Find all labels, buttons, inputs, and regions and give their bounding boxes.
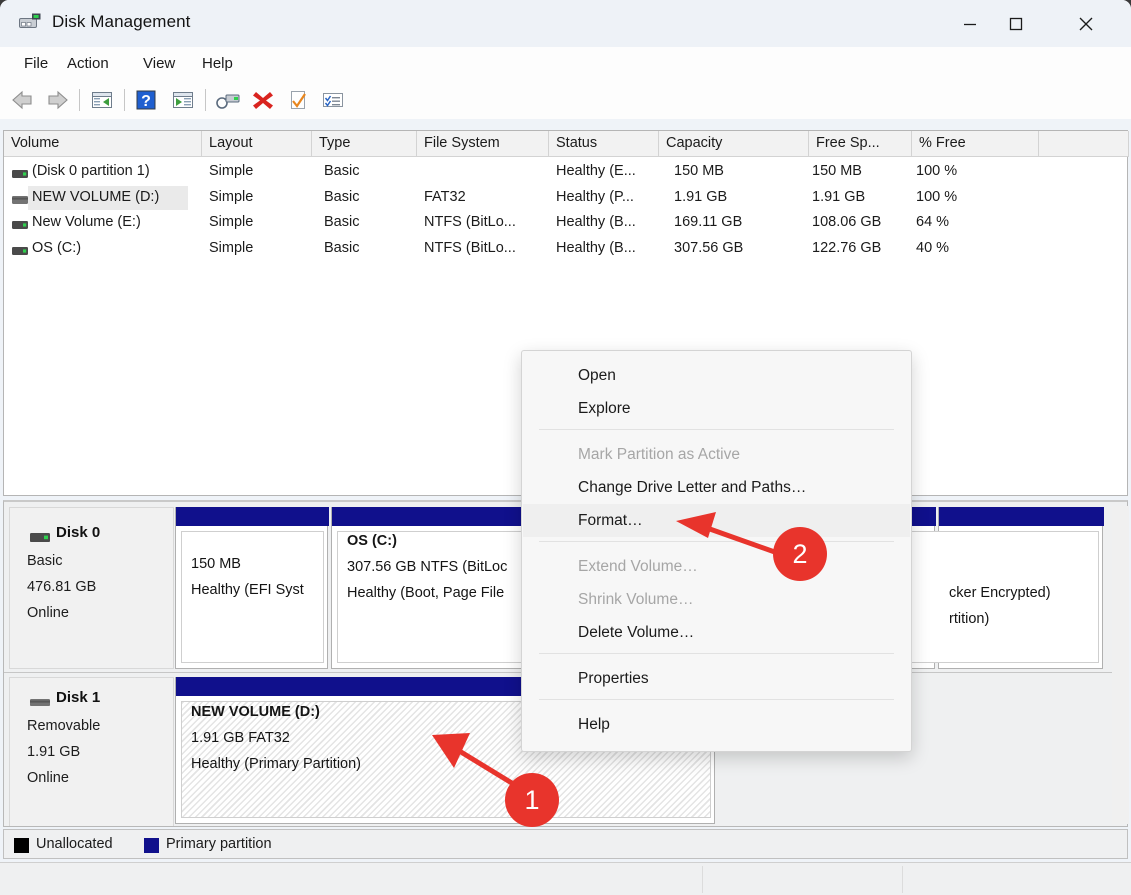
disk-management-window: Disk Management File Action View Help ? … bbox=[0, 0, 1131, 895]
callout-badge-2: 2 bbox=[773, 527, 827, 581]
callout-arrows bbox=[432, 512, 789, 788]
callout-badge-1: 1 bbox=[505, 773, 559, 827]
